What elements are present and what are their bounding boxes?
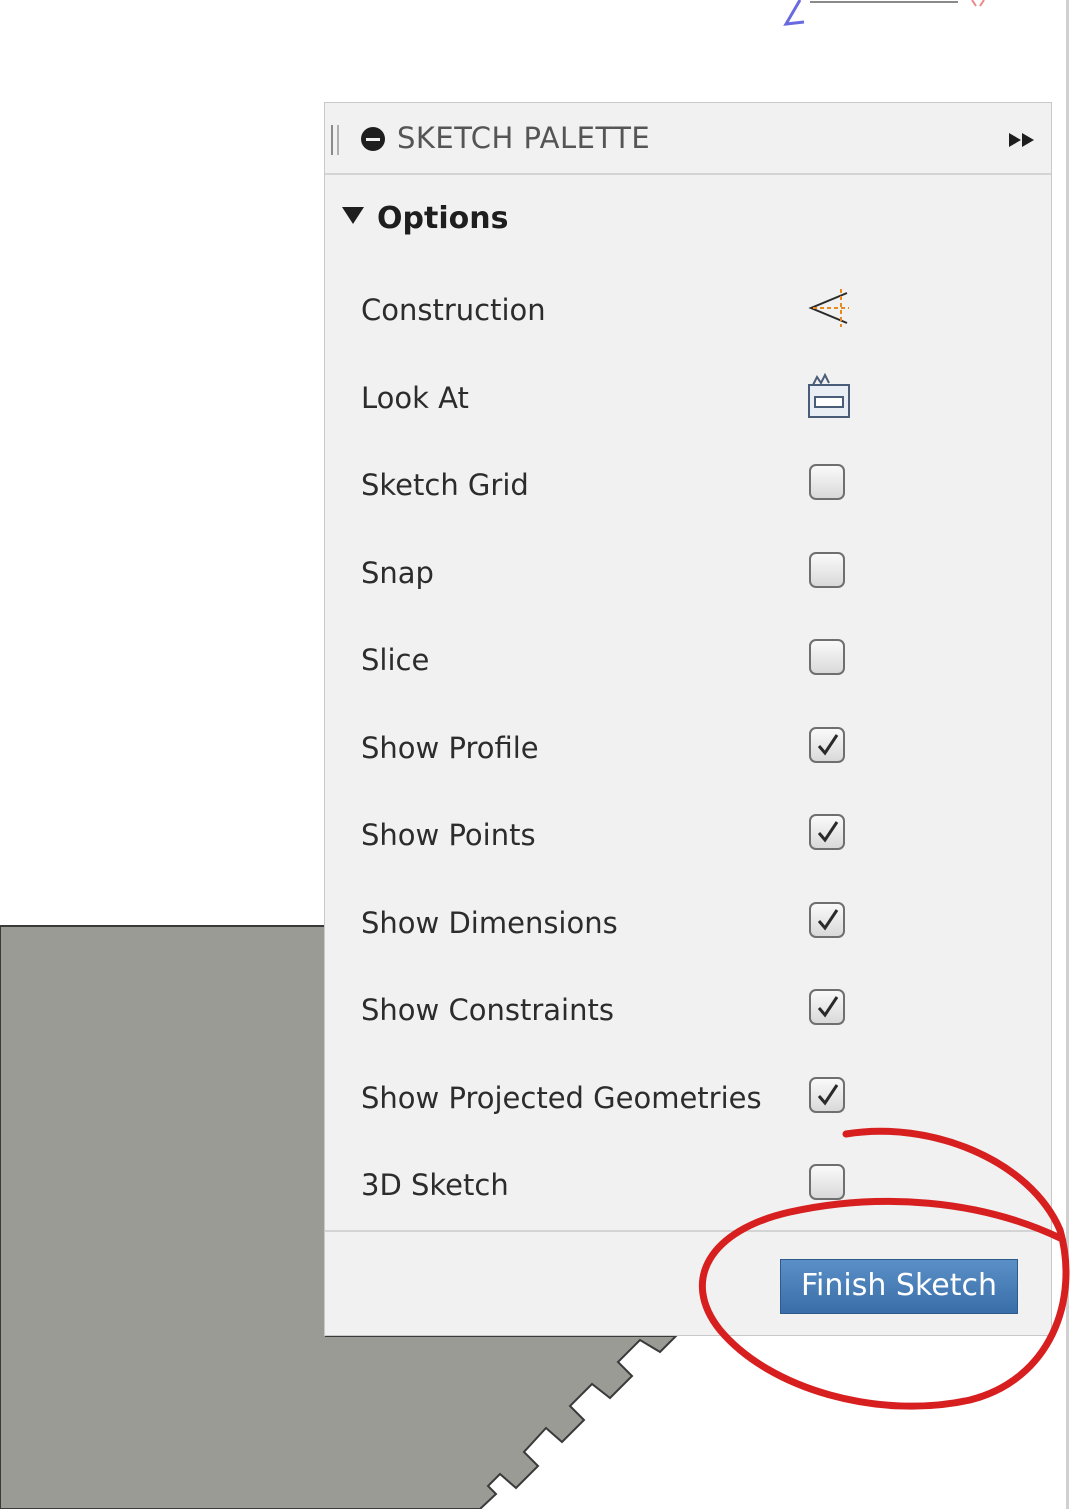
- show-constraints-checkbox[interactable]: [809, 989, 845, 1025]
- slice-checkbox[interactable]: [809, 639, 845, 675]
- option-row-show-constraints: Show Constraints: [325, 983, 1051, 1043]
- option-label: 3D Sketch: [361, 1168, 509, 1202]
- option-row-construction: Construction: [325, 283, 1051, 343]
- show-points-checkbox[interactable]: [809, 814, 845, 850]
- option-label: Show Dimensions: [361, 905, 618, 940]
- option-label: Show Constraints: [361, 993, 614, 1027]
- option-label: Look At: [361, 380, 469, 415]
- option-label: Show Points: [361, 818, 536, 852]
- palette-header[interactable]: SKETCH PALETTE: [325, 103, 1051, 175]
- construction-icon[interactable]: [803, 283, 853, 333]
- view-axis-indicator: [783, 0, 985, 26]
- option-label: Slice: [361, 643, 430, 677]
- option-label: Show Profile: [361, 730, 539, 765]
- option-row-snap: Snap: [325, 546, 1051, 606]
- options-heading[interactable]: Options: [377, 201, 508, 236]
- sketch-palette-panel: SKETCH PALETTE Options Construction Look …: [324, 102, 1052, 1336]
- viewport-border: [1066, 0, 1069, 1509]
- option-label: Construction: [361, 293, 546, 327]
- option-row-look-at: Look At: [325, 371, 1051, 431]
- double-arrow-right-icon[interactable]: [1007, 131, 1037, 149]
- look-at-icon[interactable]: [803, 371, 853, 421]
- sketch-grid-checkbox[interactable]: [809, 464, 845, 500]
- option-label: Show Projected Geometries: [361, 1080, 762, 1115]
- triangle-down-icon[interactable]: [341, 205, 365, 225]
- option-label: Snap: [361, 555, 434, 590]
- option-row-show-dimensions: Show Dimensions: [325, 896, 1051, 956]
- collapse-icon[interactable]: [361, 127, 385, 151]
- option-row-sketch-grid: Sketch Grid: [325, 458, 1051, 518]
- show-profile-checkbox[interactable]: [809, 726, 845, 763]
- snap-checkbox[interactable]: [809, 551, 845, 588]
- show-projected-geometries-checkbox[interactable]: [809, 1076, 845, 1113]
- palette-footer: Finish Sketch: [325, 1230, 1051, 1335]
- option-row-show-points: Show Points: [325, 808, 1051, 868]
- option-row-3d-sketch: 3D Sketch: [325, 1158, 1051, 1218]
- option-row-slice: Slice: [325, 633, 1051, 693]
- option-label: Sketch Grid: [361, 468, 529, 502]
- palette-title: SKETCH PALETTE: [397, 121, 651, 155]
- option-row-show-projected-geometries: Show Projected Geometries: [325, 1071, 1051, 1131]
- drag-grip-icon[interactable]: [331, 125, 339, 155]
- 3d-sketch-checkbox[interactable]: [809, 1164, 845, 1200]
- options-section: Options Construction Look At Sketch Grid Sn…: [325, 175, 1051, 1231]
- finish-sketch-button[interactable]: Finish Sketch: [780, 1259, 1018, 1314]
- option-row-show-profile: Show Profile: [325, 721, 1051, 781]
- show-dimensions-checkbox[interactable]: [809, 901, 845, 938]
